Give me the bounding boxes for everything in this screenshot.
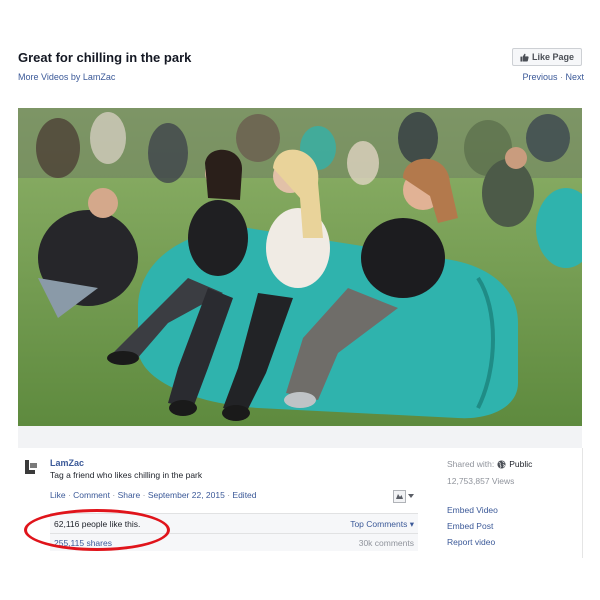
avatar[interactable] [22, 458, 40, 476]
chevron-down-icon [408, 494, 414, 498]
nav-separator: · [559, 72, 563, 82]
gear-icon [393, 489, 406, 503]
edited-link[interactable]: Edited [232, 490, 256, 500]
page-title: Great for chilling in the park [18, 50, 192, 65]
likes-row: 62,116 people like this. Top Comments ▾ [50, 515, 418, 533]
post-options-button[interactable] [393, 489, 417, 503]
more-videos-link[interactable]: More Videos by LamZac [18, 72, 115, 82]
shared-with: Shared with: Public [447, 459, 532, 469]
video-controls-bar [18, 426, 582, 448]
video-post-panel: Great for chilling in the park More Vide… [0, 0, 600, 600]
action-separator: · [140, 490, 148, 500]
next-link[interactable]: Next [565, 72, 584, 82]
share-link[interactable]: Share [118, 490, 141, 500]
video-frame [18, 108, 582, 426]
embed-video-link[interactable]: Embed Video [447, 505, 498, 515]
column-divider [582, 448, 583, 558]
engagement-stats: 62,116 people like this. Top Comments ▾ … [50, 513, 418, 551]
embed-post-link[interactable]: Embed Post [447, 521, 493, 531]
top-comments-dropdown[interactable]: Top Comments ▾ [350, 519, 414, 530]
action-separator: · [110, 490, 118, 500]
video-player[interactable] [18, 108, 582, 426]
like-page-label: Like Page [531, 52, 575, 62]
like-page-button[interactable]: Like Page [512, 48, 582, 66]
thumbs-up-icon [520, 53, 529, 62]
post-author[interactable]: LamZac [50, 458, 84, 468]
previous-next-nav: Previous · Next [522, 72, 584, 82]
view-count: 12,753,857 Views [447, 476, 515, 486]
report-video-link[interactable]: Report video [447, 537, 495, 547]
shared-with-label: Shared with: [447, 459, 495, 469]
globe-icon [497, 459, 506, 469]
likes-count[interactable]: 62,116 people like this. [54, 519, 140, 529]
previous-link[interactable]: Previous [522, 72, 557, 82]
like-link[interactable]: Like [50, 490, 66, 500]
post-caption: Tag a friend who likes chilling in the p… [50, 470, 203, 480]
comment-link[interactable]: Comment [73, 490, 110, 500]
shares-count[interactable]: 255,115 shares [54, 538, 112, 548]
comments-count[interactable]: 30k comments [359, 538, 414, 548]
post-actions: Like · Comment · Share · September 22, 2… [50, 490, 257, 500]
shares-row: 255,115 shares 30k comments [50, 533, 418, 551]
post-date-link[interactable]: September 22, 2015 [148, 490, 225, 500]
shared-with-value: Public [509, 459, 533, 469]
